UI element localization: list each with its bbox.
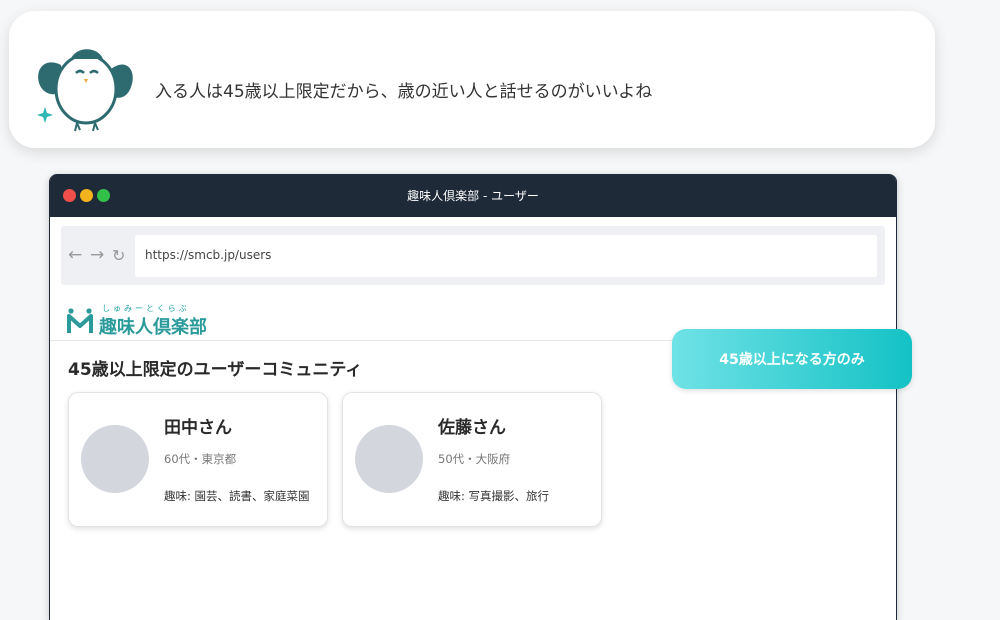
address-bar[interactable]: https://smcb.jp/users (135, 235, 877, 277)
speech-bubble: 入る人は45歳以上限定だから、歳の近い人と話せるのがいいよね (9, 11, 935, 148)
user-hobby: 趣味: 園芸、読書、家庭菜園 (164, 489, 310, 503)
speech-text: 入る人は45歳以上限定だから、歳の近い人と話せるのがいいよね (155, 82, 653, 102)
avatar (81, 425, 149, 493)
user-name: 田中さん (164, 418, 232, 438)
user-card[interactable]: 田中さん 60代・東京都 趣味: 園芸、読書、家庭菜園 (68, 392, 328, 527)
forward-arrow-icon[interactable]: → (90, 245, 104, 265)
back-arrow-icon[interactable]: ← (68, 245, 82, 265)
badge-text: 45歳以上になる方のみ (719, 352, 865, 368)
url-text[interactable]: https://smcb.jp/users (145, 248, 271, 262)
title-bar: 趣味人倶楽部 - ユーザー (50, 174, 896, 217)
avatar (355, 425, 423, 493)
logo-m-icon (67, 308, 93, 333)
user-hobby: 趣味: 写真撮影、旅行 (438, 489, 550, 503)
user-name: 佐藤さん (438, 418, 506, 438)
window-title: 趣味人倶楽部 - ユーザー (407, 189, 539, 203)
site-logo[interactable]: しゅみーとくらぶ 趣味人倶楽部 (67, 302, 267, 342)
logo-text: 趣味人倶楽部 (99, 317, 207, 338)
age-restriction-badge: 45歳以上になる方のみ (672, 329, 912, 389)
user-meta: 60代・東京都 (164, 452, 237, 466)
bird-mascot-icon (37, 49, 133, 132)
reload-icon[interactable]: ↻ (112, 246, 125, 265)
browser-toolbar: ← → ↻ https://smcb.jp/users (61, 226, 885, 285)
page-title: 45歳以上限定のユーザーコミュニティ (68, 360, 363, 380)
user-meta: 50代・大阪府 (438, 452, 511, 466)
browser-window: 趣味人倶楽部 - ユーザー ← → ↻ https://smcb.jp/user… (49, 174, 897, 620)
user-card[interactable]: 佐藤さん 50代・大阪府 趣味: 写真撮影、旅行 (342, 392, 602, 527)
